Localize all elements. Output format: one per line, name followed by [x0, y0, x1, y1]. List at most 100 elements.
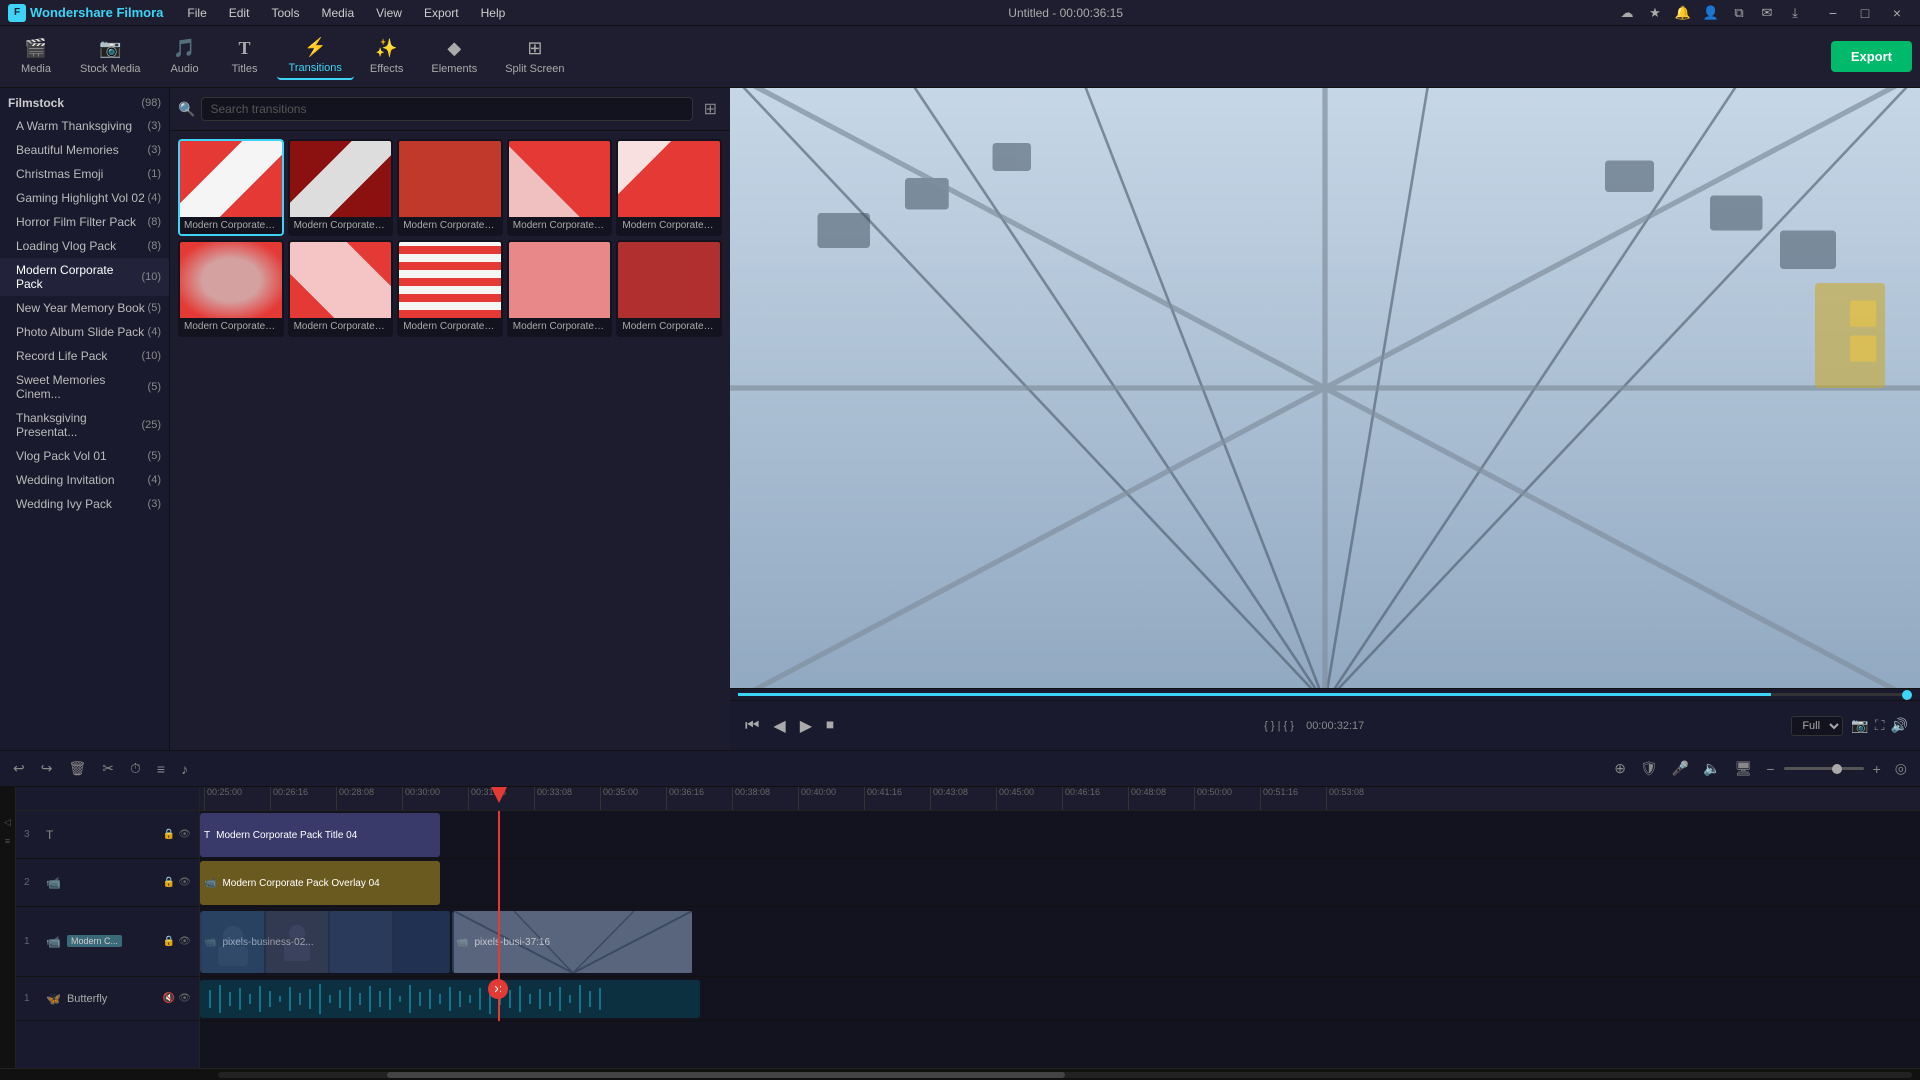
quality-select[interactable]: Full [1791, 716, 1843, 736]
play-button[interactable]: ▶ [797, 713, 815, 739]
transition-card-3[interactable]: Modern Corporate Pac... [507, 139, 613, 236]
track-2-eye[interactable]: 👁 [178, 877, 191, 888]
mail-icon[interactable]: ✉ [1756, 2, 1778, 24]
clip-audio-butterfly[interactable] [200, 980, 700, 1018]
fullscreen-icon[interactable]: ⛶ [1875, 717, 1885, 734]
track-1v-eye[interactable]: 👁 [178, 936, 191, 947]
sidebar-item-11[interactable]: Thanksgiving Presentat...(25) [0, 406, 169, 444]
transition-card-8[interactable]: Modern Corporate Pac... [507, 240, 613, 337]
copy-icon[interactable]: ⧉ [1728, 2, 1750, 24]
sidebar-item-1[interactable]: Beautiful Memories(3) [0, 138, 169, 162]
star-icon[interactable]: ★ [1644, 2, 1666, 24]
sidebar-item-3[interactable]: Gaming Highlight Vol 02(4) [0, 186, 169, 210]
track-3-lock[interactable]: 🔒 [163, 829, 175, 840]
sidebar-item-0[interactable]: A Warm Thanksgiving(3) [0, 114, 169, 138]
export-button[interactable]: Export [1831, 41, 1912, 72]
ruler-mark: 00:26:16 [270, 787, 336, 810]
menu-export[interactable]: Export [414, 4, 469, 22]
minimize-button[interactable]: − [1818, 3, 1848, 23]
music-button[interactable]: ♪ [176, 758, 193, 780]
tool-titles[interactable]: T Titles [217, 34, 273, 79]
sidebar-item-14[interactable]: Wedding Ivy Pack(3) [0, 492, 169, 516]
sidebar-item-5[interactable]: Loading Vlog Pack(8) [0, 234, 169, 258]
volume-icon[interactable]: 🔊 [1891, 717, 1908, 734]
tool-effects[interactable]: ✨ Effects [358, 34, 415, 79]
maximize-button[interactable]: □ [1850, 3, 1880, 23]
sidebar-item-10[interactable]: Sweet Memories Cinem...(5) [0, 368, 169, 406]
frame-back-button[interactable]: ◀ [770, 713, 788, 739]
zoom-slider[interactable] [1784, 767, 1864, 770]
transition-card-1[interactable]: Modern Corporate Pac... [288, 139, 394, 236]
transition-card-7[interactable]: Modern Corporate Pac... [397, 240, 503, 337]
tool-split-screen[interactable]: ⊞ Split Screen [493, 34, 576, 79]
sidebar-item-12[interactable]: Vlog Pack Vol 01(5) [0, 444, 169, 468]
menu-media[interactable]: Media [311, 4, 364, 22]
clip-title-04[interactable]: T Modern Corporate Pack Title 04 [200, 813, 440, 857]
menu-help[interactable]: Help [471, 4, 516, 22]
progress-thumb[interactable] [1902, 690, 1912, 700]
clip-overlay-04[interactable]: 📹 Modern Corporate Pack Overlay 04 [200, 861, 440, 905]
delete-button[interactable]: 🗑 [63, 757, 91, 780]
settings-button[interactable]: ≡ [152, 758, 170, 780]
screenshot-icon[interactable]: 📷 [1851, 717, 1868, 734]
mic-icon[interactable]: 🎤 [1667, 757, 1694, 780]
stop-button[interactable]: ⏹ [823, 714, 837, 738]
transition-card-9[interactable]: Modern Corporate Pac... [616, 240, 722, 337]
transition-marker[interactable]: ✕ [488, 979, 508, 999]
timeline-scrollbar-thumb[interactable] [387, 1072, 1065, 1078]
zoom-out-button[interactable]: − [1761, 758, 1779, 780]
track-1a-eye[interactable]: 👁 [178, 993, 191, 1004]
transition-card-4[interactable]: Modern Corporate Pac... [616, 139, 722, 236]
sidebar-item-7[interactable]: New Year Memory Book(5) [0, 296, 169, 320]
close-button[interactable]: × [1882, 3, 1912, 23]
sidebar-item-2[interactable]: Christmas Emoji(1) [0, 162, 169, 186]
user-icon[interactable]: 👤 [1700, 2, 1722, 24]
transition-card-5[interactable]: Modern Corporate Pac... [178, 240, 284, 337]
shield-icon[interactable]: 🛡 [1635, 757, 1663, 780]
scissors-button[interactable]: ✂ [97, 757, 119, 780]
search-input[interactable] [201, 97, 692, 121]
sidebar-item-13[interactable]: Wedding Invitation(4) [0, 468, 169, 492]
left-panel-icon2[interactable]: ≡ [3, 834, 12, 848]
target-icon[interactable]: ◎ [1890, 757, 1912, 780]
redo-button[interactable]: ↪ [36, 757, 58, 780]
tool-transitions[interactable]: ⚡ Transitions [277, 33, 354, 80]
sidebar-item-4[interactable]: Horror Film Filter Pack(8) [0, 210, 169, 234]
timeline-tracks[interactable]: 00:25:0000:26:1600:28:0800:30:0000:31:16… [200, 787, 1920, 1068]
grid-toggle-button[interactable]: ⊞ [699, 96, 722, 122]
timeline-scrollbar-track[interactable] [218, 1072, 1912, 1078]
bell-icon[interactable]: 🔔 [1672, 2, 1694, 24]
tool-media[interactable]: 🎬 Media [8, 34, 64, 79]
menu-view[interactable]: View [366, 4, 412, 22]
zoom-in-button[interactable]: + [1868, 758, 1886, 780]
menu-tools[interactable]: Tools [261, 4, 309, 22]
sidebar-item-9[interactable]: Record Life Pack(10) [0, 344, 169, 368]
clip-video-1[interactable]: 📹 pixels-business-02... [200, 911, 450, 973]
track-1v-lock[interactable]: 🔒 [163, 936, 175, 947]
download-icon[interactable]: ⤓ [1784, 2, 1806, 24]
track-2-lock[interactable]: 🔒 [163, 877, 175, 888]
transition-card-2[interactable]: Modern Corporate Pac... [397, 139, 503, 236]
track-3-eye[interactable]: 👁 [178, 829, 191, 840]
step-back-button[interactable]: ⏮ [742, 714, 762, 738]
snap-icon[interactable]: ⊕ [1609, 757, 1631, 780]
menu-edit[interactable]: Edit [219, 4, 260, 22]
menu-file[interactable]: File [177, 4, 216, 22]
track-1a-mute[interactable]: 🔇 [163, 993, 175, 1004]
transition-card-6[interactable]: Modern Corporate Pac... [288, 240, 394, 337]
cloud-icon[interactable]: ☁ [1616, 2, 1638, 24]
left-panel-toggle[interactable]: ◁ [2, 815, 13, 830]
undo-button[interactable]: ↩ [8, 757, 30, 780]
clip-video-2[interactable]: 📹 pixels-busi-37:16 [452, 911, 692, 973]
transition-card-0[interactable]: Modern Corporate Pac... [178, 139, 284, 236]
tool-stock-media[interactable]: 📷 Stock Media [68, 34, 153, 79]
sidebar-item-8[interactable]: Photo Album Slide Pack(4) [0, 320, 169, 344]
tool-audio[interactable]: 🎵 Audio [157, 34, 213, 79]
sidebar-item-6[interactable]: Modern Corporate Pack(10) [0, 258, 169, 296]
speaker-icon[interactable]: 🔈 [1698, 757, 1725, 780]
tool-split-screen-label: Split Screen [505, 63, 564, 75]
progress-bar[interactable] [738, 693, 1912, 696]
monitor-icon[interactable]: 🖥 [1730, 757, 1758, 780]
tool-elements[interactable]: ◆ Elements [419, 34, 489, 79]
timer-button[interactable]: ⏱ [125, 757, 146, 780]
